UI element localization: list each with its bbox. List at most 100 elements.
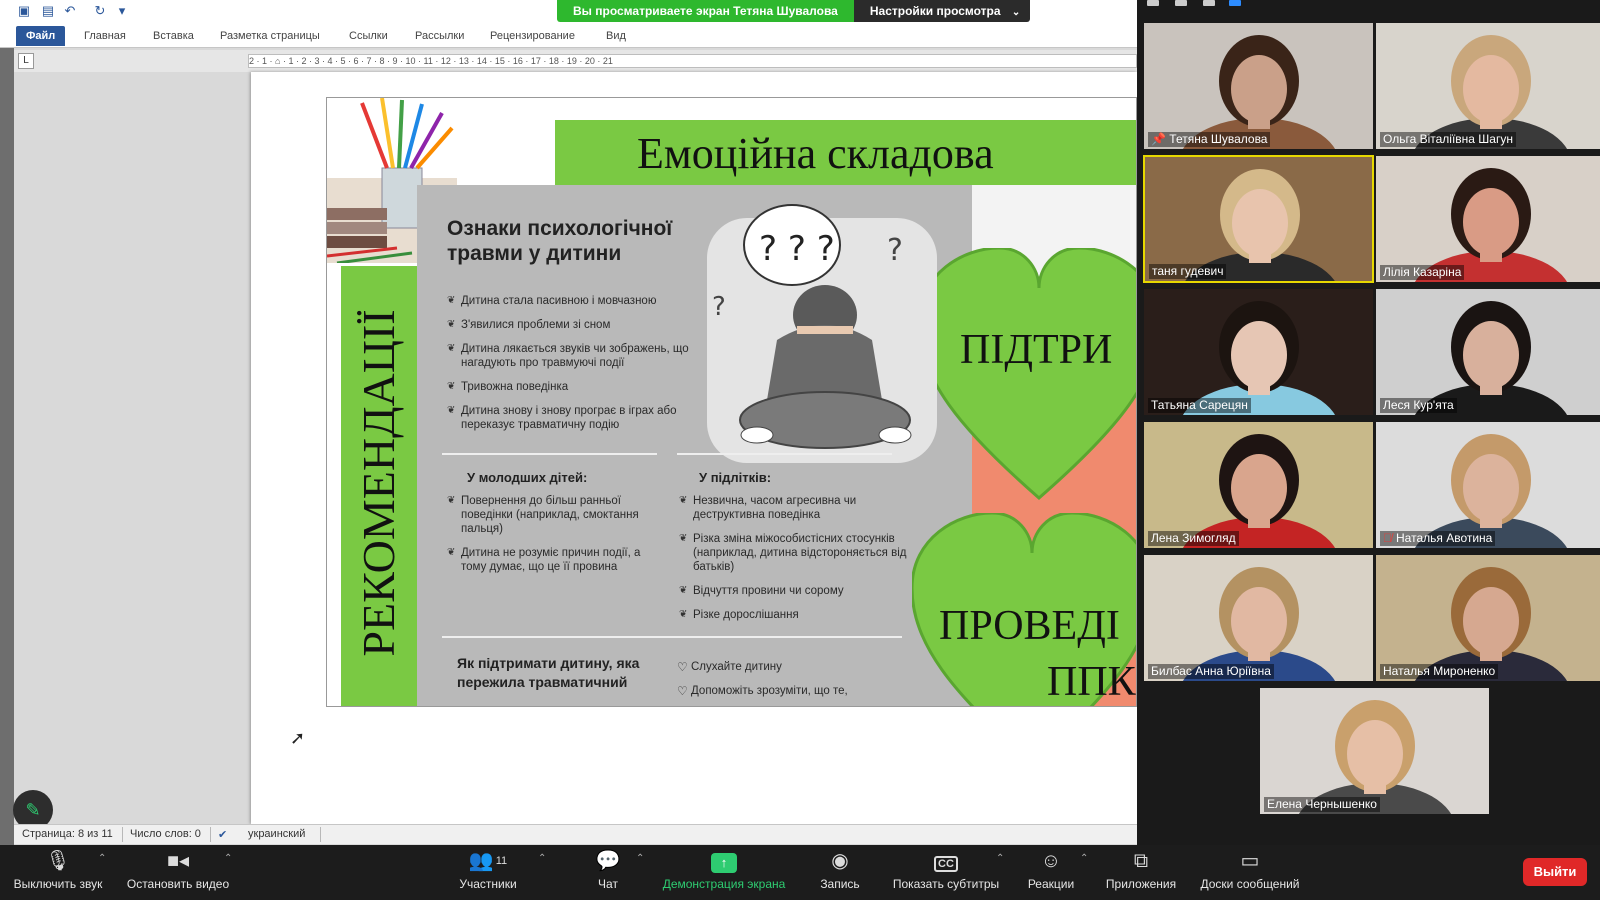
participant-tile-natalia-myronenko[interactable]: Наталья Мироненко (1375, 554, 1600, 682)
view-options-button[interactable]: Настройки просмотра ⌄ (853, 0, 1031, 22)
meeting-controls-bar: 🎙 Выключить звук ⌃ ■◂ Остановить видео ⌃… (0, 845, 1600, 900)
shared-screen-word: ▣ ▤ ↶ ↻ ▾ Файл Главная Вставка Разметка … (0, 0, 1137, 845)
participant-tile-lesia-kuriata[interactable]: Леся Кур'ята (1375, 288, 1600, 416)
participant-name-text: Билбас Анна Юріївна (1151, 664, 1271, 678)
participant-name-text: Лена Зимогляд (1151, 531, 1236, 545)
undo-icon[interactable]: ↶ (62, 3, 78, 19)
screen-share-banner: Вы просматриваете экран Тетяна Шувалова … (557, 0, 1031, 22)
participant-tile-tania-gudevych[interactable]: таня гудевич (1143, 155, 1374, 283)
page-count[interactable]: Страница: 8 из 11 (22, 828, 113, 840)
minimize-icon[interactable] (1147, 0, 1159, 6)
smiley-icon: ☺ (1040, 850, 1062, 872)
caret-up-icon[interactable]: ⌃ (1080, 853, 1088, 864)
poster-title: Емоційна складова (637, 129, 994, 178)
reactions-button[interactable]: ☺ Реакции ⌃ (1022, 849, 1089, 897)
participant-name: Лена Зимогляд (1148, 531, 1239, 546)
participant-video (1298, 700, 1452, 814)
participant-video (1182, 567, 1336, 681)
share-screen-button[interactable]: ↑ Демонстрация экрана (656, 849, 792, 897)
record-button[interactable]: ◉ Запись (814, 849, 866, 897)
closed-captions-icon: CC (934, 856, 958, 872)
language-indicator[interactable]: украинский (248, 828, 305, 840)
participant-video (1414, 35, 1568, 149)
tab-insert[interactable]: Вставка (153, 26, 194, 46)
muted-microphone-icon: 🎙̸ (1383, 531, 1392, 545)
participant-tile-tetiana-shuvalova[interactable]: 📌 Тетяна Шувалова (1143, 22, 1374, 150)
participant-name-text: Татьяна Сарецян (1151, 398, 1248, 412)
heart-text-ppk: ППК (1047, 659, 1136, 705)
participant-tile-elena-chernyshenko[interactable]: Елена Чернышенко (1259, 687, 1490, 815)
tab-mailings[interactable]: Рассылки (415, 26, 464, 46)
captions-button[interactable]: CC Показать субтитры ⌃ (888, 849, 1005, 897)
viewing-screen-message: Вы просматриваете экран Тетяна Шувалова (557, 0, 854, 22)
chat-button[interactable]: 💬 Чат ⌃ (584, 849, 645, 897)
participant-tile-tatiana-saretsian[interactable]: Татьяна Сарецян (1143, 288, 1374, 416)
participant-name-text: таня гудевич (1152, 264, 1224, 278)
heart-text-support: ПІДТРИ (960, 327, 1113, 373)
teenagers-list: Незвична, часом агресивна чи деструктивн… (679, 494, 919, 632)
caret-up-icon[interactable]: ⌃ (538, 853, 546, 864)
list-item: Дитина знову і знову програє в іграх або… (447, 404, 707, 432)
captions-label: Показать субтитры (892, 877, 1000, 891)
participant-name: Наталья Мироненко (1380, 664, 1499, 679)
customize-icon[interactable]: ▾ (114, 3, 130, 19)
tab-file[interactable]: Файл (16, 26, 66, 46)
caret-up-icon[interactable]: ⌃ (636, 853, 644, 864)
gallery-grid-icon[interactable] (1229, 0, 1241, 6)
apps-icon: ⧉ (1133, 850, 1149, 872)
participants-icon: 👥 (468, 850, 494, 872)
young-children-list: Повернення до більш ранньої поведінки (н… (447, 494, 667, 584)
ruler-row: L 2 · 1 · ⌂ · 1 · 2 · 3 · 4 · 5 · 6 · 7 … (14, 50, 1137, 72)
redo-icon[interactable]: ↻ (92, 3, 108, 19)
participant-name: Елена Чернышенко (1264, 797, 1380, 812)
participant-name: 📌 Тетяна Шувалова (1148, 132, 1271, 147)
participant-tile-lena-zymohliad[interactable]: Лена Зимогляд (1143, 421, 1374, 549)
svg-text:? ? ?: ? ? ? (759, 229, 835, 269)
teenagers-heading: У підлітків: (699, 470, 772, 485)
status-separator (210, 827, 211, 842)
thumbnail-icon[interactable] (1203, 0, 1215, 6)
save-icon[interactable]: ▤ (40, 3, 56, 19)
apps-button[interactable]: ⧉ Приложения (1100, 849, 1182, 897)
list-item: Різке дорослішання (679, 608, 919, 622)
participant-name: Ольга Віталіївна Шагун (1380, 132, 1516, 147)
participants-gallery: 📌 Тетяна Шувалова Ольга Віталіївна Шагун т… (1137, 0, 1600, 845)
participant-tile-bilbas-anna[interactable]: Билбас Анна Юріївна (1143, 554, 1374, 682)
caret-up-icon[interactable]: ⌃ (996, 853, 1004, 864)
stop-video-button[interactable]: ■◂ Остановить видео ⌃ (122, 849, 234, 897)
caret-up-icon[interactable]: ⌃ (224, 853, 232, 864)
participants-button[interactable]: 👥 11 Участники ⌃ (452, 849, 546, 897)
divider (442, 636, 902, 638)
leave-meeting-button[interactable]: Выйти (1523, 858, 1587, 886)
proofing-icon[interactable]: ✔ (218, 828, 227, 841)
pin-icon: 📌 (1151, 132, 1170, 146)
participant-tile-olga-shagun[interactable]: Ольга Віталіївна Шагун (1375, 22, 1600, 150)
tab-review[interactable]: Рецензирование (490, 26, 575, 46)
tab-layout[interactable]: Разметка страницы (220, 26, 320, 46)
list-item: Слухайте дитину (677, 660, 917, 674)
horizontal-ruler[interactable]: 2 · 1 · ⌂ · 1 · 2 · 3 · 4 · 5 · 6 · 7 · … (248, 54, 1137, 68)
participant-tile-natalia-avotina[interactable]: 🎙̸ Наталья Авотина (1375, 421, 1600, 549)
tab-view[interactable]: Вид (606, 26, 626, 46)
participant-video (1182, 434, 1336, 548)
view-switch-icon[interactable] (1175, 0, 1187, 6)
list-item: Допоможіть зрозуміти, що те, (677, 684, 917, 698)
participant-name-text: Наталья Мироненко (1383, 664, 1496, 678)
participant-tile-liliia-kazarina[interactable]: Лілія Казаріна (1375, 155, 1600, 283)
tab-selector[interactable]: L (18, 53, 34, 69)
word-count[interactable]: Число слов: 0 (130, 828, 201, 840)
tab-home[interactable]: Главная (84, 26, 126, 46)
participant-name: Лілія Казаріна (1380, 265, 1465, 280)
signs-list: Дитина стала пасивною і мовчазною З'явил… (447, 294, 707, 442)
left-strip (0, 0, 14, 845)
record-icon: ◉ (831, 850, 849, 872)
list-item: З'явилися проблеми зі сном (447, 318, 707, 332)
mute-button[interactable]: 🎙 Выключить звук ⌃ (8, 849, 108, 897)
list-item: Відчуття провини чи сорому (679, 584, 919, 598)
word-icon: ▣ (17, 3, 31, 18)
caret-up-icon[interactable]: ⌃ (98, 853, 106, 864)
mute-label: Выключить звук (13, 877, 103, 891)
tab-references[interactable]: Ссылки (349, 26, 388, 46)
whiteboards-button[interactable]: ▭ Доски сообщений (1196, 849, 1304, 897)
participant-video (1414, 567, 1568, 681)
